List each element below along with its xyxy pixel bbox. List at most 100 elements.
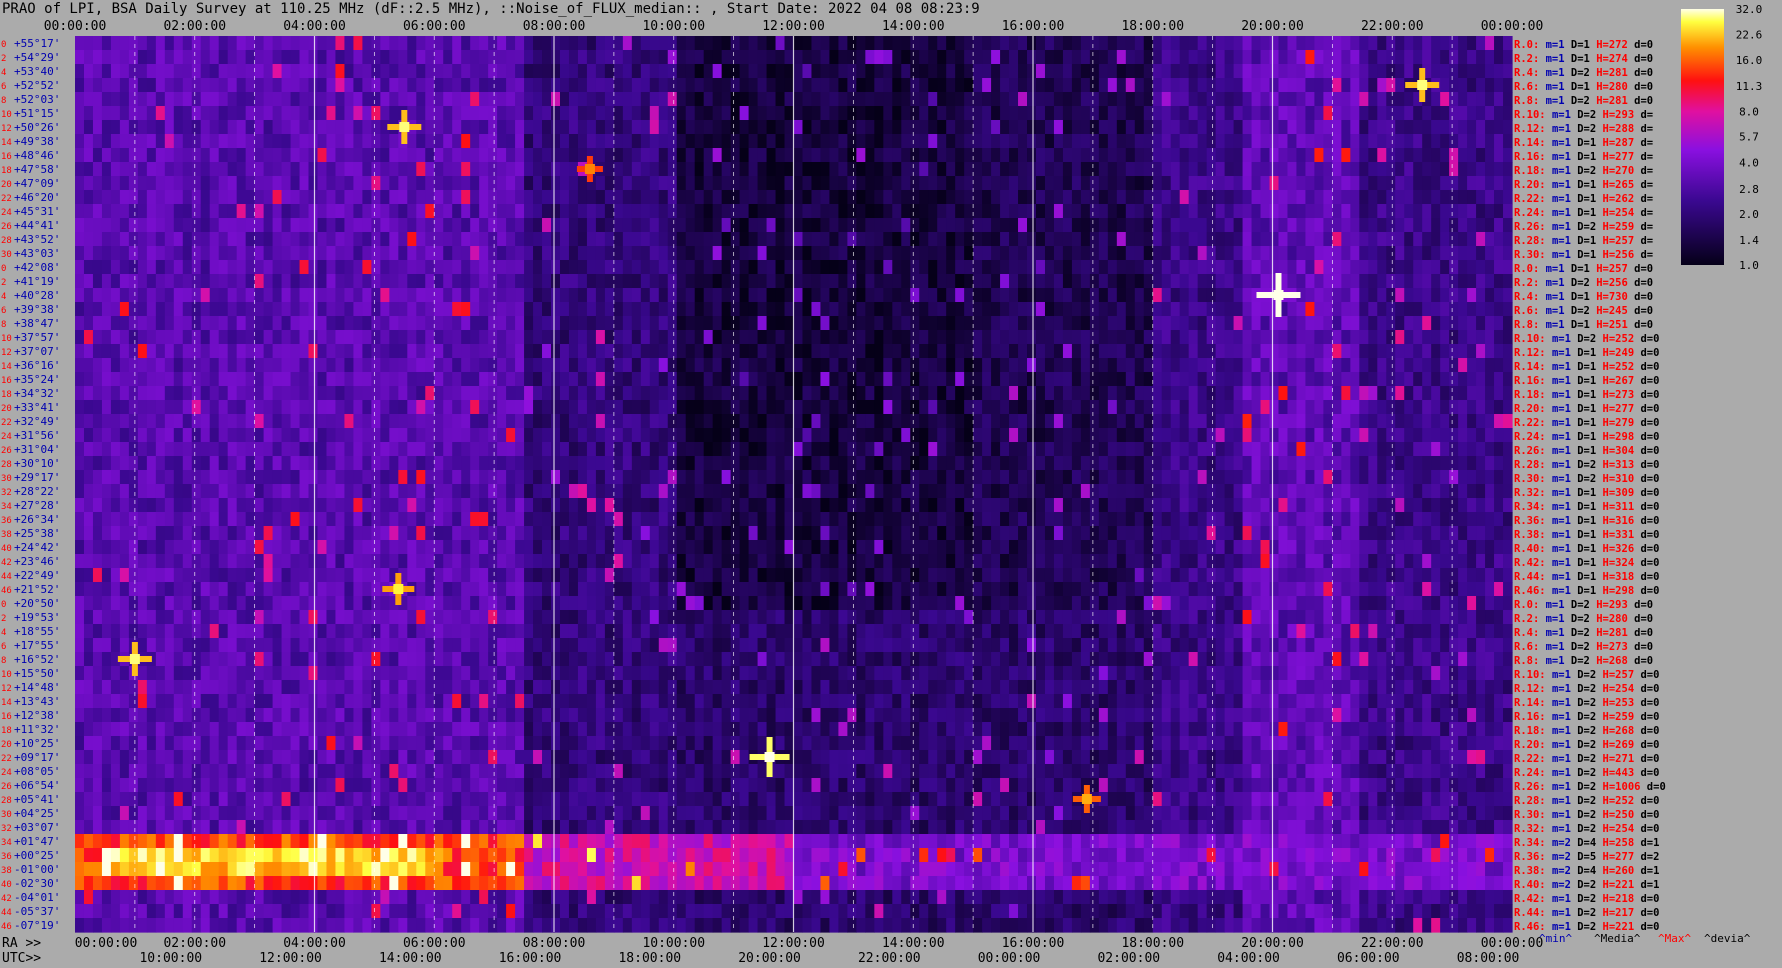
heat-cell <box>1476 106 1486 121</box>
heat-cell <box>1080 274 1091 289</box>
heat-cell <box>218 246 229 261</box>
heat-cell <box>1458 232 1468 247</box>
heat-cell <box>1170 260 1181 275</box>
heat-cell <box>398 316 408 331</box>
heat-cell <box>820 204 831 219</box>
heat-cell <box>227 316 238 331</box>
heat-cell <box>200 260 211 275</box>
heat-cell <box>919 274 929 289</box>
heat-cell <box>1233 36 1244 51</box>
heat-cell <box>955 414 965 429</box>
heat-cell <box>299 176 310 191</box>
heat-cell <box>524 400 534 415</box>
heat-cell <box>416 190 426 205</box>
heat-cell <box>901 92 911 107</box>
heat-cell <box>757 64 768 79</box>
heat-cell <box>640 92 651 107</box>
heat-cell <box>1386 344 1396 359</box>
heat-cell <box>820 316 831 331</box>
heat-cell <box>1197 274 1208 289</box>
heat-cell <box>1215 372 1226 387</box>
heat-cell <box>1197 288 1208 303</box>
heat-cell <box>1269 92 1280 107</box>
heat-cell <box>892 204 902 219</box>
heat-cell <box>748 106 759 121</box>
heat-cell <box>1161 344 1172 359</box>
heat-cell <box>263 36 274 51</box>
heat-cell <box>973 162 983 177</box>
heat-cell <box>604 400 615 415</box>
heat-cell <box>1458 288 1468 303</box>
heat-cell <box>425 330 435 345</box>
heat-cell <box>506 218 516 233</box>
heat-cell <box>101 470 112 485</box>
heat-cell <box>586 232 597 247</box>
heat-cell <box>685 400 696 415</box>
heat-cell <box>730 344 741 359</box>
heat-cell <box>856 120 866 135</box>
heat-cell <box>568 36 579 51</box>
heat-cell <box>784 134 795 149</box>
heat-cell <box>1242 428 1253 443</box>
heat-cell <box>1053 232 1064 247</box>
heat-cell <box>1467 260 1477 275</box>
heat-cell <box>802 78 813 93</box>
heat-cell <box>820 400 831 415</box>
heat-cell <box>1323 358 1333 373</box>
heat-cell <box>667 190 678 205</box>
heat-cell <box>1027 442 1037 457</box>
heat-cell <box>128 260 139 275</box>
heat-cell <box>1179 246 1190 261</box>
heat-cell <box>1422 344 1432 359</box>
heat-cell <box>856 358 866 373</box>
heat-cell <box>425 64 435 79</box>
heat-cell <box>820 64 831 79</box>
heat-cell <box>838 162 848 177</box>
heat-cell <box>622 330 633 345</box>
heat-cell <box>919 442 929 457</box>
heat-cell <box>604 358 615 373</box>
heat-cell <box>748 344 759 359</box>
heat-cell <box>1377 386 1387 401</box>
heat-cell <box>919 246 929 261</box>
heat-cell <box>1242 36 1253 51</box>
heat-cell <box>1224 274 1235 289</box>
heat-cell <box>1494 274 1504 289</box>
heat-cell <box>919 330 929 345</box>
heat-cell <box>1143 288 1154 303</box>
heat-cell <box>155 372 166 387</box>
heat-cell <box>551 190 561 205</box>
heat-cell <box>595 316 606 331</box>
heat-cell <box>245 400 256 415</box>
heat-cell <box>946 190 956 205</box>
heat-cell <box>407 428 417 443</box>
heat-cell <box>856 414 866 429</box>
heat-cell <box>1107 162 1118 177</box>
heat-cell <box>353 274 363 289</box>
heat-cell <box>721 176 732 191</box>
heat-cell <box>380 162 390 177</box>
heat-cell <box>497 400 507 415</box>
heat-cell <box>110 148 121 163</box>
heat-cell <box>784 120 795 135</box>
heat-cell <box>1000 330 1010 345</box>
heat-cell <box>1359 176 1369 191</box>
heat-cell <box>577 330 588 345</box>
heat-cell <box>1269 260 1280 275</box>
heat-cell <box>1018 106 1028 121</box>
heat-cell <box>533 456 543 471</box>
heat-cell <box>1503 344 1513 359</box>
heat-cell <box>901 36 911 51</box>
heat-cell <box>1458 134 1468 149</box>
heat-cell <box>128 36 139 51</box>
heat-cell <box>452 36 462 51</box>
heat-cell <box>838 190 848 205</box>
heat-cell <box>1062 400 1073 415</box>
heat-cell <box>1359 78 1369 93</box>
heat-cell <box>1134 414 1145 429</box>
heat-cell <box>497 316 507 331</box>
heat-cell <box>613 456 624 471</box>
heat-cell <box>1467 50 1477 65</box>
heat-cell <box>1395 50 1405 65</box>
heat-cell <box>955 204 965 219</box>
